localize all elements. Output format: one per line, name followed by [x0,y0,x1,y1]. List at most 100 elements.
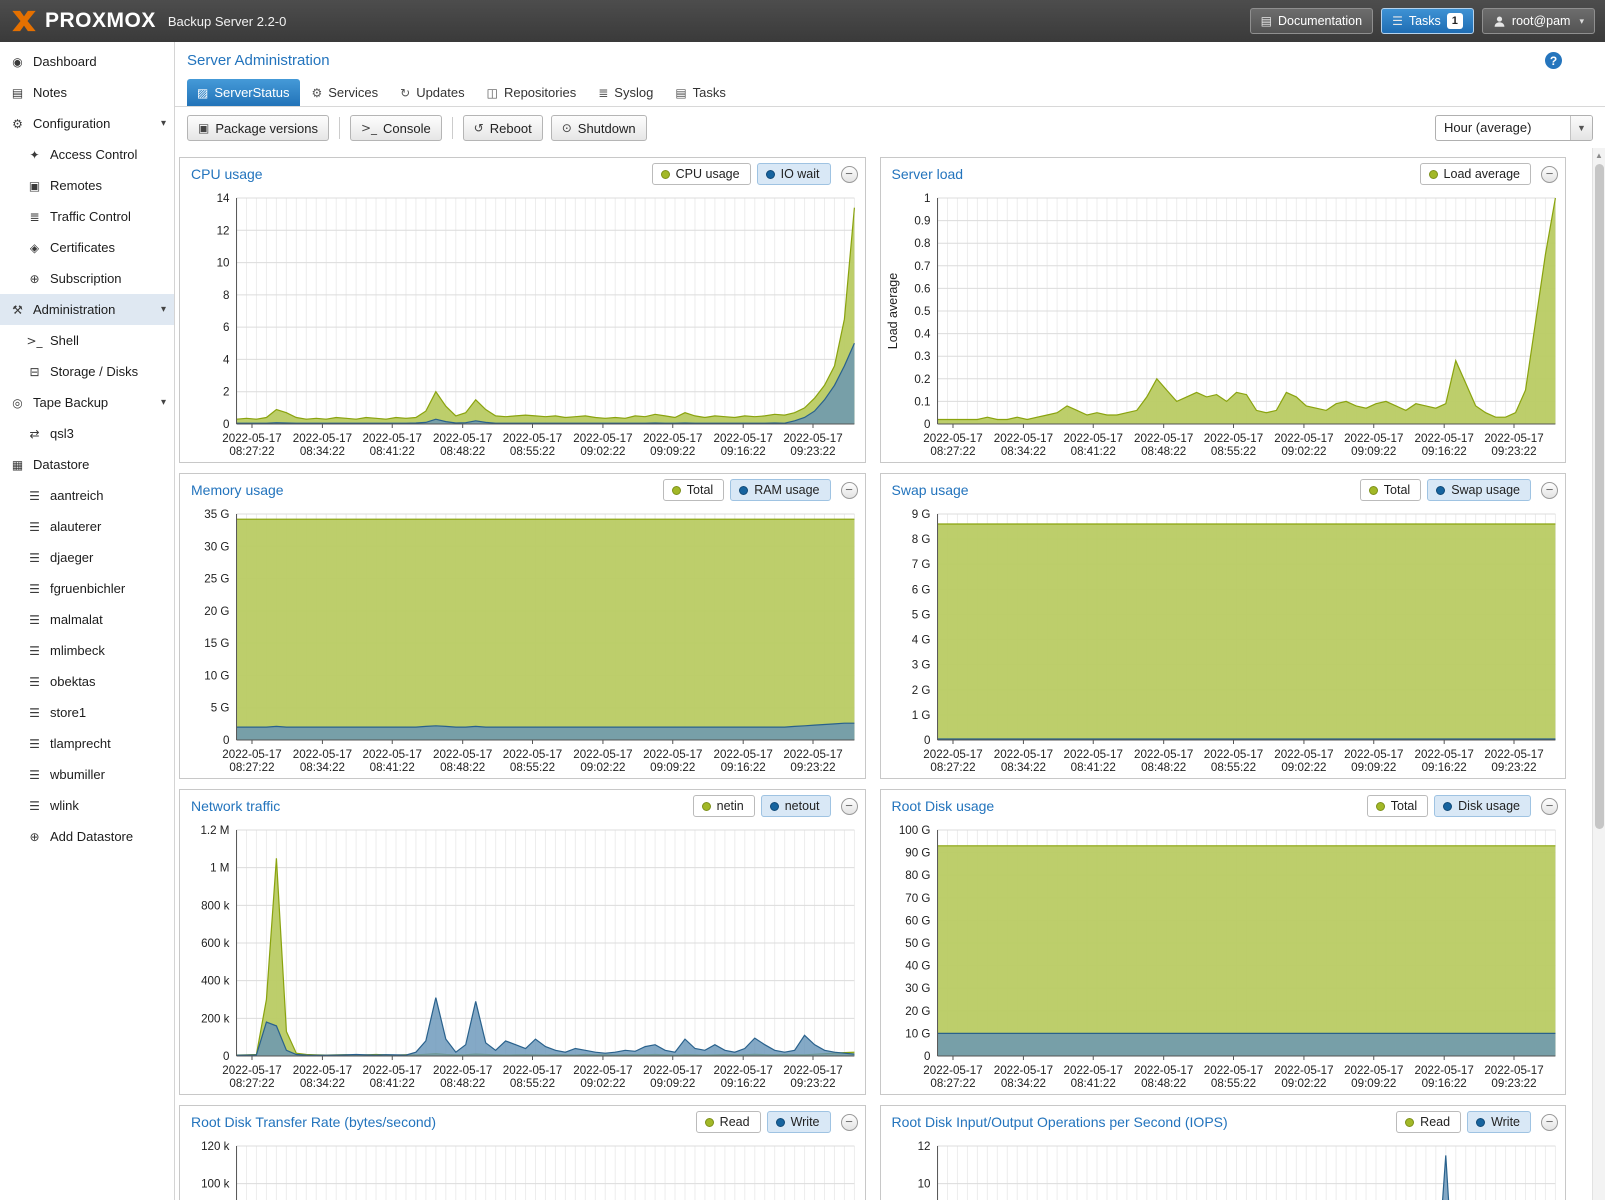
sidebar-item-add-datastore[interactable]: ⊕Add Datastore [0,821,174,852]
sidebar-item-malmalat[interactable]: ☰malmalat [0,604,174,635]
legend-color-dot [1436,486,1445,495]
svg-text:2022-05-17: 2022-05-17 [1344,433,1403,445]
collapse-chart-icon[interactable]: − [1541,1114,1558,1131]
svg-text:30 G: 30 G [905,983,930,995]
sidebar-item-datastore[interactable]: ▦Datastore [0,449,174,480]
collapse-chart-icon[interactable]: − [841,482,858,499]
legend-item-total[interactable]: Total [1360,479,1421,501]
user-menu-button[interactable]: root@pam ▾ [1482,8,1595,34]
console-button[interactable]: >_Console [350,115,442,141]
legend-label: CPU usage [676,167,740,181]
legend-item-io-wait[interactable]: IO wait [757,163,831,185]
sidebar-item-storage-disks[interactable]: ⊟Storage / Disks [0,356,174,387]
vertical-scrollbar[interactable]: ▲ [1592,148,1605,1200]
shutdown-button[interactable]: ⊙Shutdown [551,115,647,141]
sidebar-item-notes[interactable]: ▤Notes [0,77,174,108]
sidebar-item-store1[interactable]: ☰store1 [0,697,174,728]
sidebar-item-tlamprecht[interactable]: ☰tlamprecht [0,728,174,759]
svg-text:2022-05-17: 2022-05-17 [1274,433,1333,445]
tasks-button[interactable]: ☰ Tasks 1 [1381,8,1474,34]
legend-item-read[interactable]: Read [696,1111,761,1133]
documentation-button[interactable]: ▤ Documentation [1250,8,1373,34]
sidebar-item-label: Administration [33,302,115,317]
chart-panel-swap-usage: Swap usageTotalSwap usage−01 G2 G3 G4 G5… [880,473,1567,779]
scroll-up-icon[interactable]: ▲ [1593,148,1605,162]
legend-item-netin[interactable]: netin [693,795,755,817]
svg-text:0: 0 [924,419,930,431]
sidebar-item-tape-backup[interactable]: ◎Tape Backup▾ [0,387,174,418]
svg-text:09:23:22: 09:23:22 [790,1078,835,1090]
collapse-chart-icon[interactable]: − [1541,798,1558,815]
tab-syslog[interactable]: ≣Syslog [588,79,663,106]
sidebar-item-fgruenbichler[interactable]: ☰fgruenbichler [0,573,174,604]
legend-item-disk-usage[interactable]: Disk usage [1434,795,1531,817]
svg-text:09:23:22: 09:23:22 [790,762,835,774]
svg-text:0.7: 0.7 [914,261,930,273]
sidebar-item-remotes[interactable]: ▣Remotes [0,170,174,201]
collapse-chart-icon[interactable]: − [841,166,858,183]
legend-item-read[interactable]: Read [1396,1111,1461,1133]
svg-text:08:41:22: 08:41:22 [370,762,415,774]
package-versions-button[interactable]: ▣Package versions [187,115,329,141]
legend-item-ram-usage[interactable]: RAM usage [730,479,830,501]
legend-item-total[interactable]: Total [663,479,724,501]
legend-label: Read [1420,1115,1450,1129]
svg-text:0: 0 [223,419,229,431]
sidebar-item-subscription[interactable]: ⊕Subscription [0,263,174,294]
svg-text:60 G: 60 G [905,915,930,927]
collapse-chart-icon[interactable]: − [1541,482,1558,499]
sidebar-item-label: store1 [50,705,86,720]
sidebar-item-wlink[interactable]: ☰wlink [0,790,174,821]
chart-title: Root Disk usage [888,798,995,814]
svg-text:2022-05-17: 2022-05-17 [1414,749,1473,761]
collapse-chart-icon[interactable]: − [841,798,858,815]
chart-panel-root-disk-usage: Root Disk usageTotalDisk usage−010 G20 G… [880,789,1567,1095]
sidebar-item-aantreich[interactable]: ☰aantreich [0,480,174,511]
sidebar-item-mlimbeck[interactable]: ☰mlimbeck [0,635,174,666]
legend-item-total[interactable]: Total [1367,795,1428,817]
tab-repositories[interactable]: ◫Repositories [477,79,587,106]
sidebar-item-shell[interactable]: >_Shell [0,325,174,356]
sidebar-item-access-control[interactable]: ✦Access Control [0,139,174,170]
svg-text:2022-05-17: 2022-05-17 [1203,433,1262,445]
administration-icon: ⚒ [9,303,26,317]
sidebar-item-dashboard[interactable]: ◉Dashboard [0,46,174,77]
sidebar-item-alauterer[interactable]: ☰alauterer [0,511,174,542]
svg-text:08:55:22: 08:55:22 [510,446,555,458]
tab-tasks[interactable]: ▤Tasks [665,79,736,106]
svg-text:09:09:22: 09:09:22 [1351,1078,1396,1090]
reboot-button[interactable]: ↺Reboot [463,115,543,141]
sidebar-item-traffic-control[interactable]: ≣Traffic Control [0,201,174,232]
legend-item-netout[interactable]: netout [761,795,831,817]
collapse-chart-icon[interactable]: − [841,1114,858,1131]
sidebar-item-label: aantreich [50,488,103,503]
legend-item-load-average[interactable]: Load average [1420,163,1531,185]
time-range-select[interactable]: Hour (average) ▼ [1435,115,1593,141]
legend-item-write[interactable]: Write [1467,1111,1531,1133]
sidebar-item-certificates[interactable]: ◈Certificates [0,232,174,263]
sidebar-item-obektas[interactable]: ☰obektas [0,666,174,697]
tab-services[interactable]: ⚙Services [302,79,389,106]
svg-text:2022-05-17: 2022-05-17 [363,749,422,761]
tab-serverstatus[interactable]: ▨ServerStatus [187,79,300,106]
help-button[interactable]: ? [1545,52,1562,69]
dashboard-icon: ◉ [9,55,26,69]
legend-item-write[interactable]: Write [767,1111,831,1133]
expand-caret-icon[interactable]: ▾ [161,304,166,315]
legend-item-swap-usage[interactable]: Swap usage [1427,479,1531,501]
sidebar-item-djaeger[interactable]: ☰djaeger [0,542,174,573]
legend-item-cpu-usage[interactable]: CPU usage [652,163,751,185]
sidebar-item-configuration[interactable]: ⚙Configuration▾ [0,108,174,139]
tab-updates[interactable]: ↻Updates [390,79,474,106]
legend-label: Total [687,483,713,497]
expand-caret-icon[interactable]: ▾ [161,118,166,129]
scrollbar-thumb[interactable] [1595,164,1604,829]
svg-text:2022-05-17: 2022-05-17 [503,749,562,761]
combo-trigger[interactable]: ▼ [1570,116,1592,140]
collapse-chart-icon[interactable]: − [1541,166,1558,183]
svg-text:600 k: 600 k [201,938,230,950]
expand-caret-icon[interactable]: ▾ [161,397,166,408]
sidebar-item-qsl3[interactable]: ⇄qsl3 [0,418,174,449]
sidebar-item-wbumiller[interactable]: ☰wbumiller [0,759,174,790]
sidebar-item-administration[interactable]: ⚒ Administration ▾ [0,294,174,325]
